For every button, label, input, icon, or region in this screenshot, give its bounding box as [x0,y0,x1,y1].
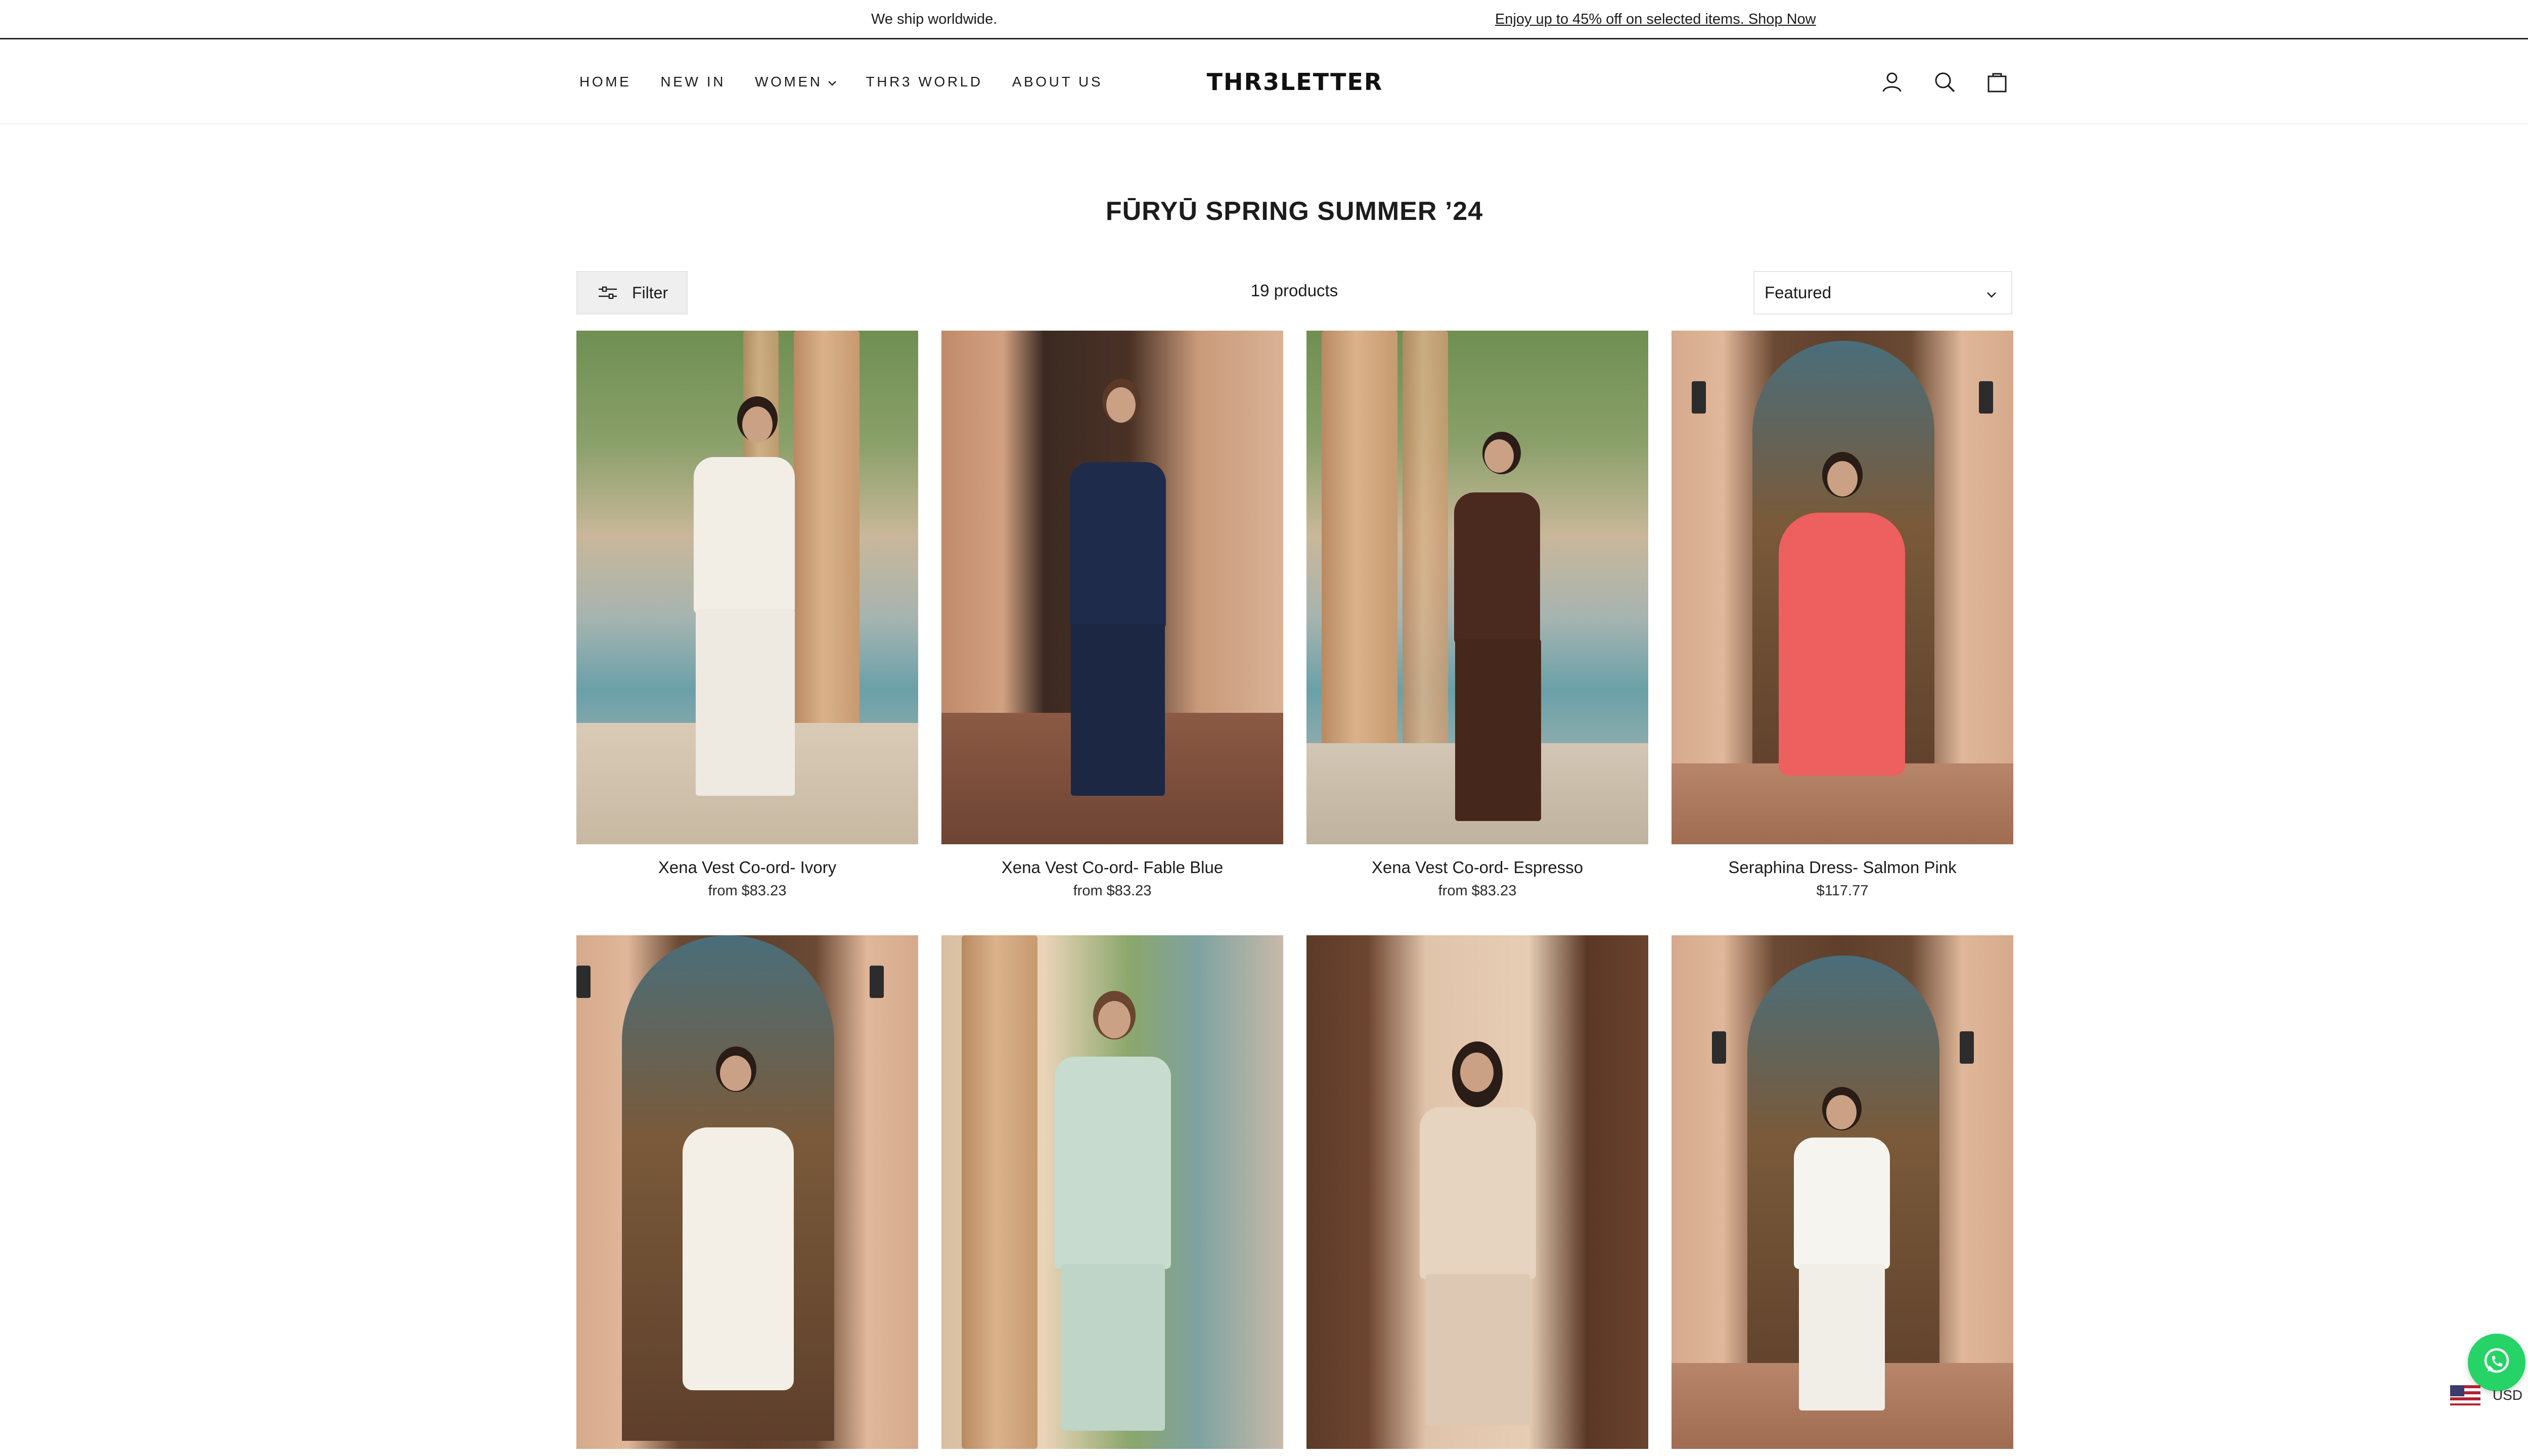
sale-link[interactable]: Enjoy up to 45% off on selected items. S… [1495,0,1816,38]
brand-logo[interactable]: THR3LETTER [1207,68,1382,96]
product-card[interactable] [1306,935,1648,1456]
product-price: from $83.23 [1438,883,1517,899]
product-card[interactable] [576,935,918,1456]
product-card[interactable] [941,935,1283,1456]
search-icon[interactable] [1931,69,1958,95]
currency-code: USD [2493,1387,2523,1403]
nav-item-home[interactable]: HOME [579,74,631,90]
product-image[interactable] [941,331,1283,844]
us-flag-icon [2450,1385,2480,1405]
product-card[interactable]: Seraphina Dress- Salmon Pink $117.77 [1672,331,2013,900]
sort-select[interactable]: Featured [1753,271,2012,314]
product-name[interactable]: Xena Vest Co-ord- Ivory [576,856,918,879]
whatsapp-chat-button[interactable] [2468,1334,2525,1391]
product-image[interactable] [576,935,918,1449]
product-image[interactable] [1306,935,1648,1449]
product-card[interactable]: Xena Vest Co-ord- Espresso from $83.23 [1306,331,1648,900]
nav-item-women[interactable]: WOMEN [755,74,836,90]
product-image[interactable] [1672,331,2013,844]
chevron-down-icon [828,74,837,90]
nav-item-women-label: WOMEN [755,74,823,89]
product-price: $117.77 [1816,883,1869,899]
whatsapp-icon [2480,1345,2513,1380]
site-header: HOME NEW IN WOMEN THR3 WORLD ABOUT US TH… [0,39,2528,124]
nav-item-about-us[interactable]: ABOUT US [1012,74,1103,90]
product-card[interactable]: Xena Vest Co-ord- Ivory from $83.23 [576,331,918,900]
sort-selected-value: Featured [1765,283,1832,302]
product-name[interactable]: Xena Vest Co-ord- Fable Blue [941,856,1283,879]
chevron-down-icon [1986,283,1997,302]
cart-icon[interactable] [1984,69,2010,95]
product-card[interactable]: Xena Vest Co-ord- Fable Blue from $83.23 [941,331,1283,900]
product-image[interactable] [941,935,1283,1449]
product-price: from $83.23 [1073,883,1152,899]
product-image[interactable] [1672,935,2013,1449]
product-grid: Xena Vest Co-ord- Ivory from $83.23 Xena… [576,331,2013,1456]
announcement-bar: We ship worldwide. Enjoy up to 45% off o… [0,0,2528,39]
collection-title: FŪRYŪ SPRING SUMMER ’24 [1105,197,1483,226]
product-name[interactable]: Seraphina Dress- Salmon Pink [1672,856,2013,879]
product-image[interactable] [1306,331,1648,844]
account-icon[interactable] [1879,69,1905,95]
product-price: from $83.23 [708,883,787,899]
product-count: 19 products [1250,281,1338,300]
main-nav: HOME NEW IN WOMEN THR3 WORLD ABOUT US [579,39,1132,124]
currency-selector[interactable]: USD [2450,1383,2528,1407]
product-image[interactable] [576,331,918,844]
product-card[interactable] [1672,935,2013,1456]
shipping-message: We ship worldwide. [871,11,998,27]
product-name[interactable]: Xena Vest Co-ord- Espresso [1306,856,1648,879]
nav-item-thr3-world[interactable]: THR3 WORLD [866,74,983,90]
nav-item-new-in[interactable]: NEW IN [660,74,726,90]
